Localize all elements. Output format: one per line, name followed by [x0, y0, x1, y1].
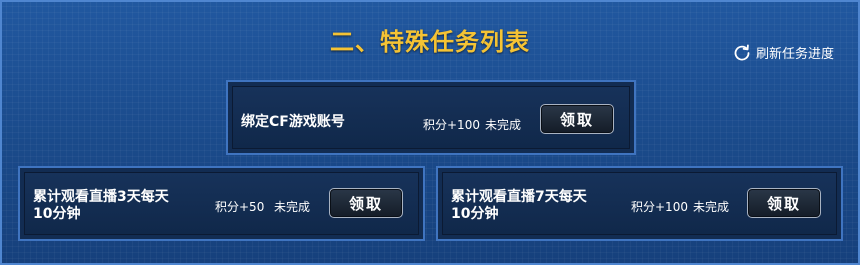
task-name-line: 累计观看直播7天每天 — [451, 189, 587, 205]
refresh-label: 刷新任务进度 — [755, 47, 834, 62]
task-name: 绑定CF游戏账号 — [241, 114, 345, 131]
task-card-inner: 累计观看直播3天每天 10分钟 积分+50 未完成 领取 — [24, 172, 419, 235]
section-title: 二、特殊任务列表 — [330, 28, 530, 56]
task-status: 未完成 — [693, 200, 730, 214]
task-card-watch-3-days: 累计观看直播3天每天 10分钟 积分+50 未完成 领取 — [18, 166, 425, 241]
task-status: 未完成 — [485, 118, 522, 132]
task-points: 积分+100 — [423, 118, 480, 132]
task-name-line: 绑定CF游戏账号 — [241, 114, 345, 130]
task-card-inner: 绑定CF游戏账号 积分+100 未完成 领取 — [232, 86, 630, 149]
task-name-line: 10分钟 — [33, 206, 81, 222]
task-card-inner: 累计观看直播7天每天 10分钟 积分+100 未完成 领取 — [442, 172, 837, 235]
refresh-task-progress-link[interactable]: 刷新任务进度 — [733, 43, 834, 62]
claim-button[interactable]: 领取 — [540, 104, 614, 134]
task-card-watch-7-days: 累计观看直播7天每天 10分钟 积分+100 未完成 领取 — [436, 166, 843, 241]
task-name: 累计观看直播3天每天 10分钟 — [33, 189, 169, 223]
claim-button[interactable]: 领取 — [329, 188, 403, 218]
refresh-icon — [733, 44, 751, 62]
task-points: 积分+100 — [631, 200, 688, 214]
task-name-line: 累计观看直播3天每天 — [33, 189, 169, 205]
task-card-bind-cf-account: 绑定CF游戏账号 积分+100 未完成 领取 — [226, 80, 636, 155]
task-name: 累计观看直播7天每天 10分钟 — [451, 189, 587, 223]
task-points: 积分+50 — [215, 200, 265, 214]
task-name-line: 10分钟 — [451, 206, 499, 222]
task-status: 未完成 — [274, 200, 311, 214]
claim-button[interactable]: 领取 — [747, 188, 821, 218]
